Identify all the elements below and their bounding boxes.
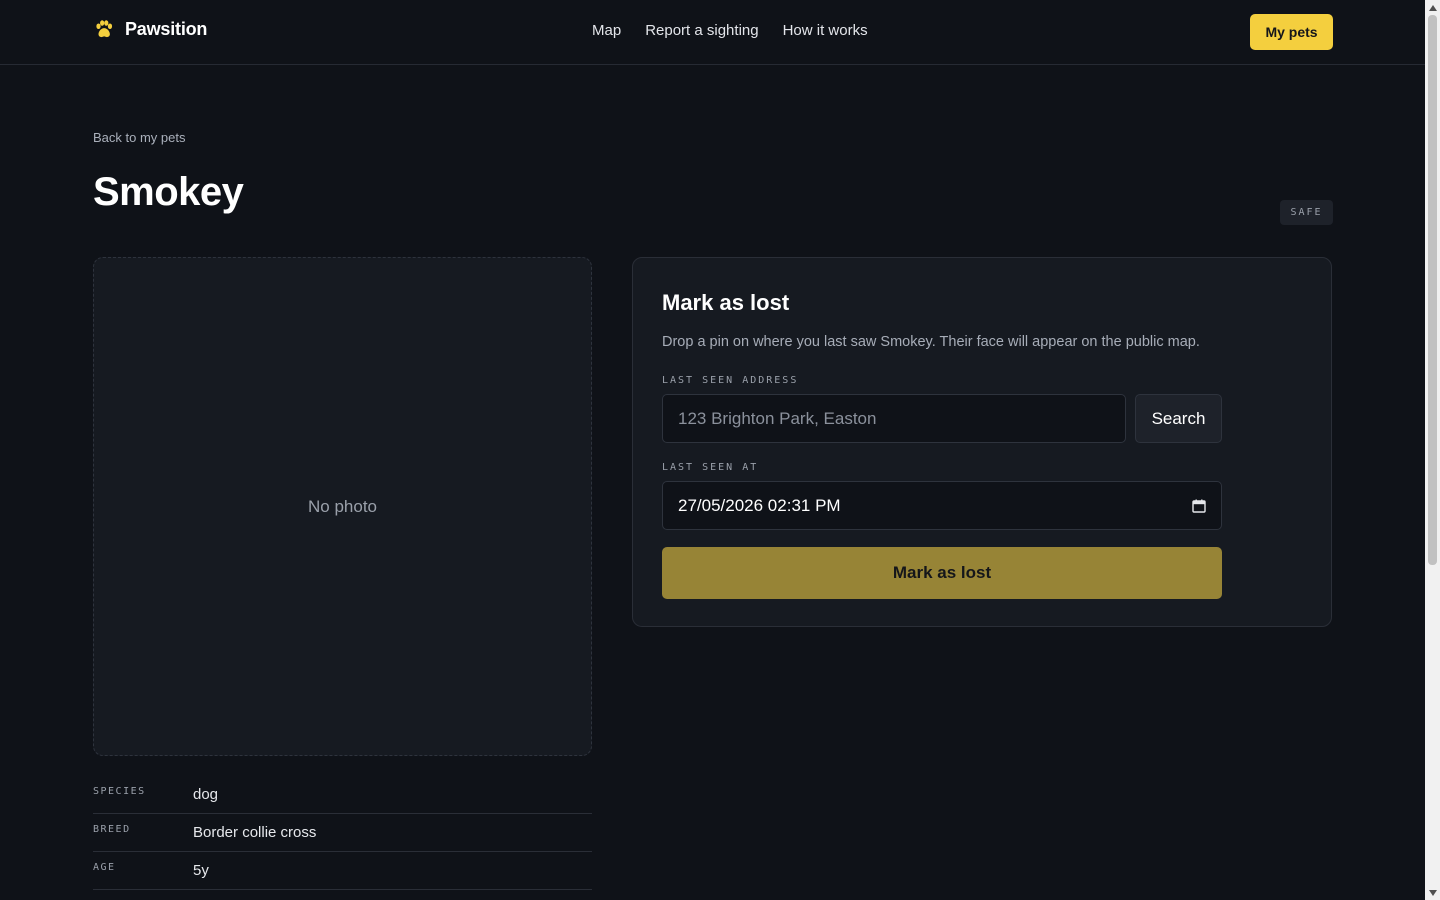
detail-label: BREED xyxy=(93,824,131,835)
nav-link-how-it-works[interactable]: How it works xyxy=(783,22,868,39)
detail-row-species: SPECIES dog xyxy=(93,776,592,814)
mark-as-lost-button[interactable]: Mark as lost xyxy=(662,547,1222,599)
no-photo-label: No photo xyxy=(308,496,377,516)
brand-name: Pawsition xyxy=(125,18,208,39)
pet-details-list: SPECIES dog BREED Border collie cross AG… xyxy=(93,776,592,890)
pet-photo-placeholder: No photo xyxy=(93,257,592,756)
detail-row-breed: BREED Border collie cross xyxy=(93,814,592,852)
scroll-down-arrow-icon[interactable] xyxy=(1425,885,1440,900)
status-badge: SAFE xyxy=(1280,200,1333,225)
app-viewport: Pawsition Map Report a sighting How it w… xyxy=(0,0,1440,900)
scrollbar-thumb[interactable] xyxy=(1428,15,1437,565)
top-navigation-bar: Pawsition Map Report a sighting How it w… xyxy=(0,0,1425,65)
nav-link-report-sighting[interactable]: Report a sighting xyxy=(645,22,758,39)
datetime-value: 27/05/2026 02:31 PM xyxy=(678,495,841,515)
calendar-icon[interactable] xyxy=(1192,499,1206,513)
nav-link-map[interactable]: Map xyxy=(592,22,621,39)
brand[interactable]: Pawsition xyxy=(93,18,207,40)
panel-title: Mark as lost xyxy=(662,290,790,315)
mark-as-lost-panel: Mark as lost Drop a pin on where you las… xyxy=(632,257,1332,627)
main-nav: Map Report a sighting How it works xyxy=(592,22,868,39)
time-field-label: LAST SEEN AT xyxy=(662,462,759,473)
detail-value: 5y xyxy=(193,862,209,879)
my-pets-button[interactable]: My pets xyxy=(1250,14,1333,50)
address-input[interactable] xyxy=(662,394,1126,443)
vertical-scrollbar[interactable] xyxy=(1425,0,1440,900)
detail-row-age: AGE 5y xyxy=(93,852,592,890)
paw-icon xyxy=(96,20,113,38)
detail-label: AGE xyxy=(93,862,116,873)
page-content: Pawsition Map Report a sighting How it w… xyxy=(0,0,1425,900)
detail-value: dog xyxy=(193,786,219,803)
detail-label: SPECIES xyxy=(93,786,146,797)
back-to-pets-link[interactable]: Back to my pets xyxy=(93,130,185,145)
panel-description: Drop a pin on where you last saw Smokey.… xyxy=(662,334,1200,350)
datetime-input[interactable]: 27/05/2026 02:31 PM xyxy=(662,481,1222,530)
detail-value: Border collie cross xyxy=(193,824,317,841)
search-button[interactable]: Search xyxy=(1135,394,1222,443)
page-title: Smokey xyxy=(93,170,244,214)
scroll-up-arrow-icon[interactable] xyxy=(1425,0,1440,15)
address-field-label: LAST SEEN ADDRESS xyxy=(662,375,799,386)
